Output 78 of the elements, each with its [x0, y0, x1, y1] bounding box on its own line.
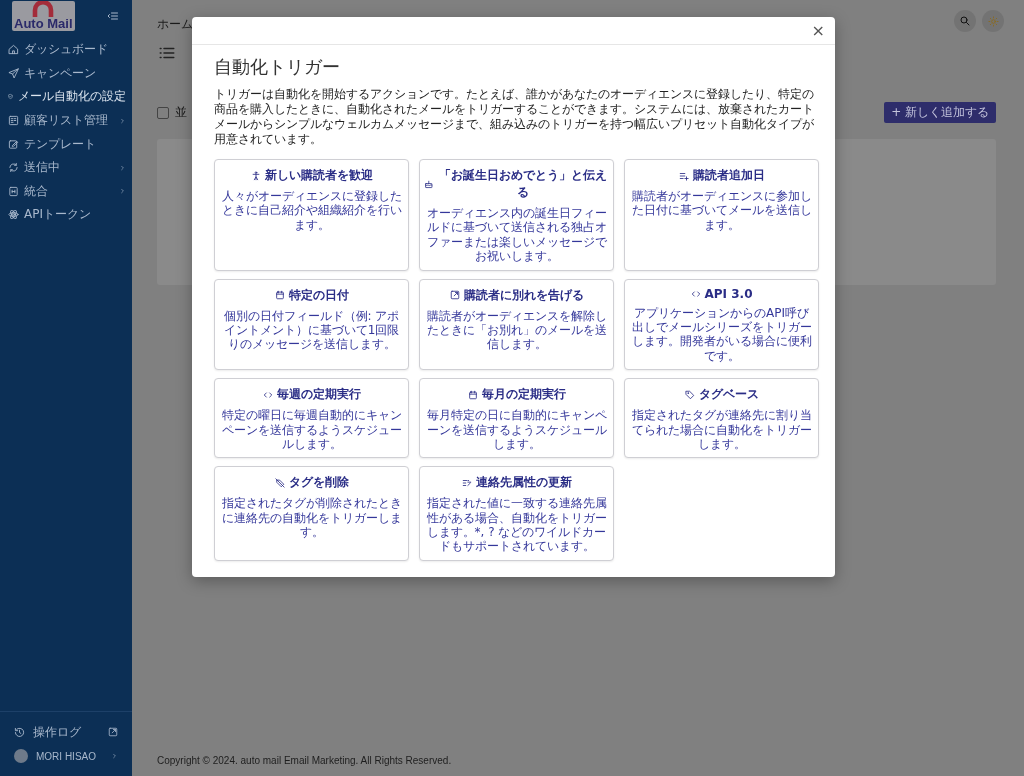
trigger-card[interactable]: 毎週の定期実行 特定の曜日に毎週自動的にキャンペーンを送信するようスケジュールします。 [214, 378, 409, 459]
trigger-card[interactable]: 新しい購読者を歓迎 人々がオーディエンスに登録したときに自己紹介や組織紹介を行います。 [214, 159, 409, 271]
trigger-card[interactable]: 毎月の定期実行 毎月特定の日に自動的にキャンペーンを送信するようスケジュールします。 [419, 378, 614, 459]
chevron-right-icon [111, 752, 118, 760]
trigger-card[interactable]: タグを削除 指定されたタグが削除されたときに連絡先の自動化をトリガーします。 [214, 466, 409, 561]
logo: Auto Mail [12, 1, 75, 31]
sidebar-item[interactable]: メール自動化の設定 [0, 85, 132, 109]
trigger-card[interactable]: 特定の日付 個別の日付フィールド（例: アポイントメント）に基づいて1回限りのメッセージを送信します。 [214, 278, 409, 371]
code-icon [262, 389, 273, 400]
sidebar-item[interactable]: 顧客リスト管理 [0, 108, 132, 133]
trigger-card[interactable]: タグベース 指定されたタグが連絡先に割り当てられた場合に自動化をトリガーします。 [624, 378, 819, 459]
sidebar-item[interactable]: 統合 [0, 179, 132, 204]
external-link-icon [108, 727, 118, 737]
sync-icon [8, 162, 19, 174]
checkbox-label: 並 [175, 104, 187, 121]
trigger-title: 連絡先属性の更新 [475, 474, 572, 492]
tag-icon [684, 389, 695, 400]
sidebar-item[interactable]: キャンペーン [0, 61, 132, 86]
trigger-title: API 3.0 [704, 286, 753, 301]
trigger-card[interactable]: 連絡先属性の更新 指定された値に一致する連絡先属性がある場合、自動化をトリガーします。*, ? などのワイルドカードもサポートされています。 [419, 466, 614, 561]
plug-icon [8, 185, 19, 197]
sidebar-item[interactable]: APIトークン [0, 203, 132, 227]
trigger-card[interactable]: 「お誕生日おめでとう」と伝える オーディエンス内の誕生日フィールドに基づいて送信される独占オファーまたは楽しいメッセージでお祝いします。 [419, 159, 614, 271]
history-icon [14, 726, 25, 738]
trigger-description: 人々がオーディエンスに登録したときに自己紹介や組織紹介を行います。 [220, 189, 403, 233]
trigger-description: 毎月特定の日に自動的にキャンペーンを送信するようスケジュールします。 [425, 408, 608, 452]
trigger-description: アプリケーションからのAPI呼び出しでメールシリーズをトリガーします。開発者がいる場合に便利です。 [630, 305, 813, 364]
person-icon [250, 170, 261, 181]
collapse-menu-icon[interactable] [106, 10, 120, 22]
trigger-description: 指定された値に一致する連絡先属性がある場合、自動化をトリガーします。*, ? などのワイルドカードもサポートされています。 [425, 496, 608, 554]
sidebar-item[interactable]: 送信中 [0, 155, 132, 180]
search-button[interactable] [954, 10, 976, 32]
trigger-description: オーディエンス内の誕生日フィールドに基づいて送信される独占オファーまたは楽しいメッセージでお祝いします。 [425, 206, 608, 264]
trigger-description: 購読者がオーディエンスを解除したときに「お別れ」のメールを送信します。 [425, 308, 608, 352]
trigger-title: 毎月の定期実行 [481, 386, 566, 404]
trigger-title: タグベース [698, 386, 759, 404]
calendar-icon [274, 290, 285, 301]
trigger-description: 特定の曜日に毎週自動的にキャンペーンを送信するようスケジュールします。 [220, 408, 403, 452]
trigger-title: 新しい購読者を歓迎 [264, 167, 373, 184]
trigger-description: 指定されたタグが削除されたときに連絡先の自動化をトリガーします。 [220, 496, 403, 540]
trigger-card[interactable]: 購読者に別れを告げる 購読者がオーディエンスを解除したときに「お別れ」のメールを送信します。 [419, 278, 614, 371]
trigger-description: 個別の日付フィールド（例: アポイントメント）に基づいて1回限りのメッセージを送信します。 [222, 308, 401, 352]
trigger-description: 購読者がオーディエンスに参加した日付に基づいてメールを送信します。 [630, 189, 813, 233]
operation-log-item[interactable]: 操作ログ [0, 720, 132, 744]
sidebar-item[interactable]: テンプレート [0, 132, 132, 156]
list-box-icon [8, 115, 19, 127]
atom-icon [8, 209, 19, 221]
list-plus-icon [678, 170, 689, 181]
sidebar-item[interactable]: ダッシュボード [0, 38, 132, 62]
breadcrumb[interactable]: ホーム [157, 16, 193, 33]
trigger-title: 「お誕生日おめでとう」と伝える [438, 167, 609, 201]
trigger-title: 購読者に別れを告げる [463, 286, 584, 304]
trigger-description: 指定されたタグが連絡先に割り当てられた場合に自動化をトリガーします。 [630, 408, 813, 452]
user-menu[interactable]: MORI HISAO [0, 744, 132, 768]
trigger-card[interactable]: 購読者追加日 購読者がオーディエンスに参加した日付に基づいてメールを送信します。 [624, 159, 819, 271]
trigger-title: タグを削除 [288, 474, 349, 492]
close-button[interactable]: × [807, 22, 829, 39]
copyright-text: Copyright © 2024. auto mail Email Marketing. All Rights Reserved. [157, 755, 453, 768]
add-new-button[interactable]: + 新しく追加する [884, 102, 996, 123]
calendar-icon [467, 389, 478, 400]
checkbox[interactable] [157, 106, 169, 119]
list-edit-icon [461, 477, 472, 488]
trigger-title: 購読者追加日 [692, 167, 765, 184]
home-icon [8, 44, 19, 56]
paper-plane-icon [8, 67, 19, 79]
modal-description: トリガーは自動化を開始するアクションです。たとえば、誰かがあなたのオーディエンスに登録したり、特定の商品を購入したときに、自動化されたメールをトリガーすることができます。システムには、放棄されたカートメールからシンプルなウェルカムメッセージまで、組み込みのトリガーを持つ幅広いプリセット自動化タイプが用意されています。 [214, 87, 815, 147]
cake-icon [424, 179, 434, 189]
external-link-icon [449, 290, 460, 301]
tag-off-icon [274, 477, 285, 488]
code-icon [690, 288, 701, 299]
sun-icon [987, 15, 999, 27]
trigger-title: 毎週の定期実行 [276, 386, 361, 404]
search-icon [959, 15, 971, 27]
avatar-icon [14, 749, 28, 763]
edit-icon [8, 138, 19, 150]
modal-title: 自動化トリガー [214, 55, 341, 79]
trigger-card[interactable]: API 3.0 アプリケーションからのAPI呼び出しでメールシリーズをトリガーします。開発者がいる場合に便利です。 [624, 278, 819, 371]
trigger-title: 特定の日付 [288, 286, 349, 304]
